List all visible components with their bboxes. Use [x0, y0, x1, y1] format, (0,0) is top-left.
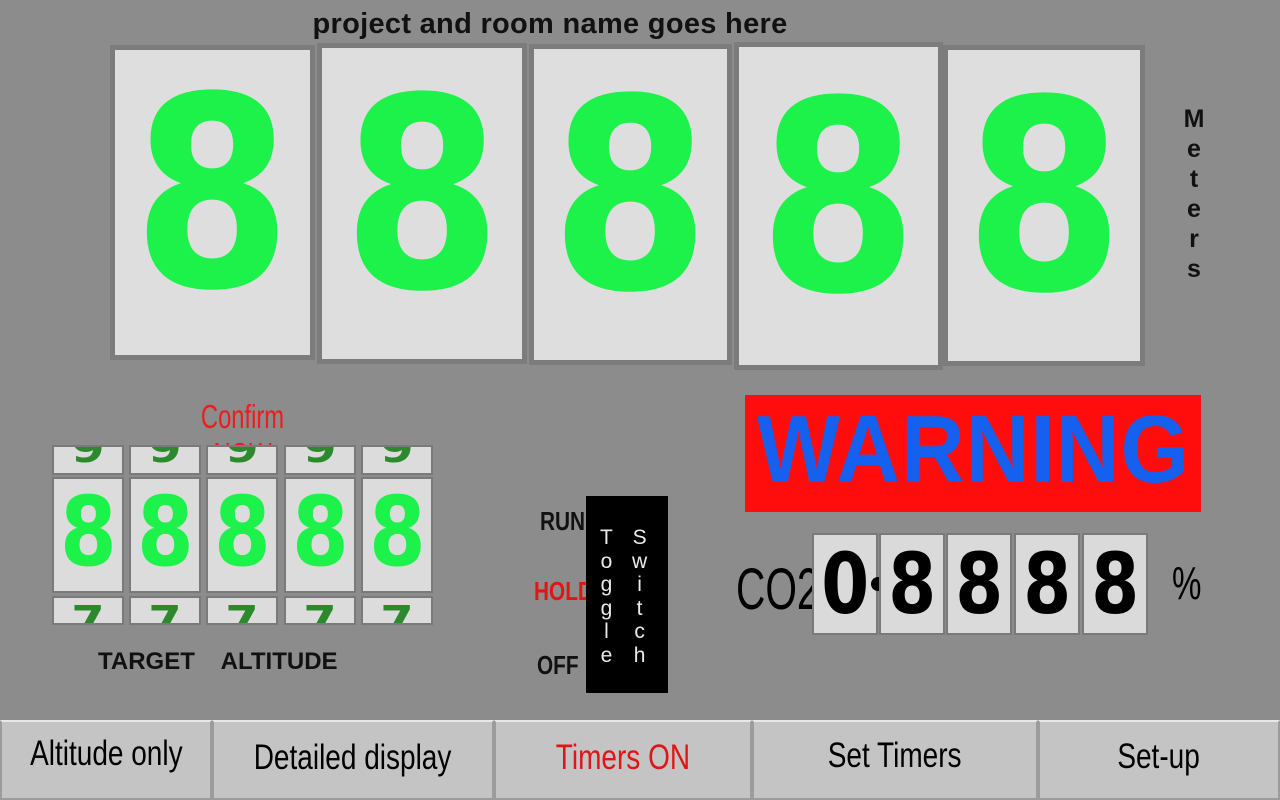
co2-digit-3: 8 [946, 533, 1012, 635]
detailed-display-button[interactable]: Detailed display [212, 720, 494, 800]
target-digit-roller-2[interactable]: 9 8 7 [129, 445, 205, 625]
target-digit-below: 7 [361, 596, 433, 625]
target-digit-value: 8 [129, 477, 201, 593]
toggle-hold-label[interactable]: HOLD [534, 576, 593, 607]
target-digit-below: 7 [206, 596, 278, 625]
target-digit-above: 9 [206, 445, 278, 475]
target-digit-value: 8 [361, 477, 433, 593]
target-digit-value: 8 [52, 477, 124, 593]
set-timers-button[interactable]: Set Timers [752, 720, 1038, 800]
co2-digit-4: 8 [1014, 533, 1080, 635]
set-up-button[interactable]: Set-up [1038, 720, 1280, 800]
target-altitude-label: TARGET ALTITUDE [98, 648, 338, 675]
target-digit-value: 8 [284, 477, 356, 593]
co2-digit-2: 8 [879, 533, 945, 635]
target-digit-above: 9 [284, 445, 356, 475]
toggle-caption-word-2: S w i t c h [632, 526, 648, 667]
co2-digit-1: 0 [812, 533, 878, 635]
co2-digit-5: 8 [1082, 533, 1148, 635]
warning-text: WARNING [756, 395, 1190, 503]
target-digit-above: 9 [52, 445, 124, 475]
warning-banner: WARNING [745, 395, 1201, 512]
altitude-unit-label: M e t e r s [1183, 105, 1205, 283]
altitude-digit-1: 8 [110, 45, 315, 360]
altitude-digit-5: 8 [943, 45, 1145, 366]
toggle-switch[interactable]: T o g g l e S w i t c h [586, 496, 668, 693]
target-digit-roller-5[interactable]: 9 8 7 [361, 445, 437, 625]
target-digit-above: 9 [361, 445, 433, 475]
target-digit-roller-3[interactable]: 9 8 7 [206, 445, 282, 625]
bottom-button-bar: Altitude only Detailed display Timers ON… [0, 720, 1280, 800]
toggle-off-label[interactable]: OFF [537, 650, 579, 681]
co2-label: CO2 [736, 557, 820, 622]
target-digit-above: 9 [129, 445, 201, 475]
altitude-digit-2: 8 [317, 43, 527, 364]
target-digit-below: 7 [52, 596, 124, 625]
target-digit-below: 7 [129, 596, 201, 625]
toggle-caption-word-1: T o g g l e [600, 526, 613, 667]
target-digit-roller-1[interactable]: 9 8 7 [52, 445, 128, 625]
altitude-digit-4: 8 [734, 42, 943, 370]
toggle-run-label[interactable]: RUN [540, 506, 585, 537]
timers-on-button[interactable]: Timers ON [494, 720, 752, 800]
project-room-title: project and room name goes here [312, 8, 788, 40]
target-digit-below: 7 [284, 596, 356, 625]
altitude-only-button[interactable]: Altitude only [0, 720, 212, 800]
target-digit-roller-4[interactable]: 9 8 7 [284, 445, 360, 625]
altitude-digit-3: 8 [529, 44, 732, 365]
co2-unit-label: % [1172, 557, 1202, 609]
target-digit-value: 8 [206, 477, 278, 593]
